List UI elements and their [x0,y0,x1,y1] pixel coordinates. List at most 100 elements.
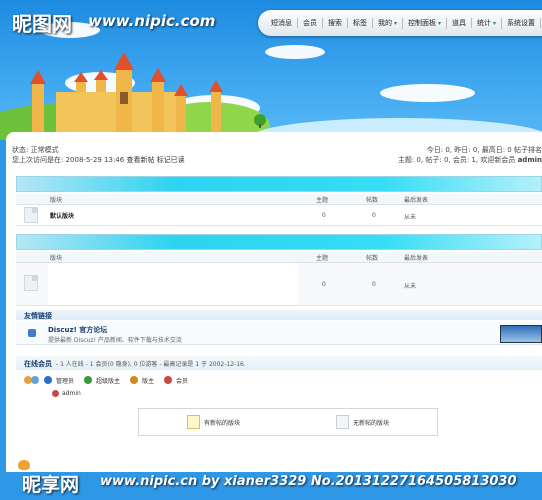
forum-header-row: 版块 主题 帖数 最后发表 [16,194,542,205]
online-member-name[interactable]: admin [62,390,81,397]
discuz-logo-icon [18,460,30,470]
friends-links-header: 友情链接 [16,310,542,320]
legend-member: 会员 [176,377,189,385]
header-forum: 版块 [50,255,63,262]
nav-item-tools[interactable]: 道具 [447,18,473,28]
legend-new-posts: 有新帖的版块 [186,415,240,429]
friend-link-row[interactable]: Discuz! 官方论坛 提供最新 Discuz! 产品新闻、软件下载与技术交流 [16,322,542,345]
forum-stats: 今日: 0, 昨日: 0, 最高日: 0 帖子排名 主题: 0, 帖子: 0, … [398,145,542,165]
new-posts-icon [186,415,200,429]
forum-row[interactable]: 0 0 从未 [16,263,542,306]
online-summary: - 1 人在线 - 1 会员(0 隐身), 0 位游客 - 最高记录是 1 于 … [56,361,246,368]
nav-item-search[interactable]: 搜索 [323,18,348,28]
nav-label: 搜索 [328,19,342,27]
header-posts: 帖数 [366,255,379,262]
watermark-logo-bottom: 昵享网 [22,474,80,496]
nav-item-settings[interactable]: 系统设置 [502,18,542,28]
section-title-bar[interactable] [16,234,542,250]
user-status: 状态: 正常模式 您上次访问是在: 2008-5-29 13:46 查看新帖 标… [12,145,185,165]
nav-item-messages[interactable]: 短消息 [266,18,298,28]
header-last-post: 最后发表 [404,197,429,204]
timezone-info: 当前时区 GMT+8, 现在时间是 2008-6-10 14:34 [407,456,542,463]
nav-item-stats[interactable]: 统计 ▾ [472,17,503,29]
nav-item-my[interactable]: 我的 ▾ [373,17,404,29]
forum-last-post: 从未 [404,283,417,290]
nav-label: 统计 [477,18,492,27]
chevron-down-icon: ▾ [438,19,442,27]
header-forum: 版块 [50,197,63,204]
footer-info: 当前时区 GMT+8, 现在时间是 2008-6-10 14:34 清除 Coo… [325,455,542,473]
forum-row[interactable]: 默认版块 0 0 从未 [16,205,542,226]
member-icon [52,390,59,397]
admin-icon [44,376,52,384]
footer-links[interactable]: 清除 Cookies · 联系我们 · Comsenz Inc. · Archi… [325,464,542,473]
online-member[interactable]: admin [52,390,81,397]
forum-name[interactable]: 默认版块 [50,211,74,220]
stats-today: 今日: 0, 昨日: 0, 最高日: 0 [426,146,512,154]
nav-label: 短消息 [271,19,292,27]
nav-label: 会员 [303,19,317,27]
forum-status-icon [24,207,38,223]
nav-label: 道具 [452,19,467,27]
header-last-post: 最后发表 [404,255,429,262]
watermark-url-bottom: www.nipic.cn by xianer3329 No.2013122716… [100,474,517,489]
member-icon [164,376,173,384]
nav-item-control-panel[interactable]: 控制面板 ▾ [403,17,448,29]
friends-title: 友情链接 [24,312,52,320]
forum-section-2: 版块 主题 帖数 最后发表 0 0 从未 [16,234,542,306]
no-new-posts-icon [335,415,349,429]
moderator-icon [130,376,139,384]
status-mode: 状态: 正常模式 [12,146,59,154]
forum-posts: 0 [372,212,376,219]
friend-site-name[interactable]: Discuz! 官方论坛 [48,325,107,335]
new-member-link[interactable]: admin [518,156,542,164]
legend-super-mod: 超级版主 [96,377,121,385]
legend-no-new-posts: 无新帖的版块 [335,415,389,429]
nav-item-tags[interactable]: 标签 [348,18,373,28]
forum-status-icon [24,275,38,291]
mark-read-link[interactable]: 标记已读 [157,156,185,164]
last-visit: 您上次访问是在: 2008-5-29 13:46 查看新帖 标记已读 [12,155,185,165]
online-members-header: 在线会员 - 1 人在线 - 1 会员(0 隐身), 0 位游客 - 最高记录是… [16,356,542,370]
forum-section-1: 版块 主题 帖数 最后发表 默认版块 0 0 从未 [16,176,542,226]
nav-label: 控制面板 [408,18,437,27]
legend-old-label: 无新帖的版块 [352,419,389,427]
users-icon [24,374,40,386]
watermark-url: www.nipic.com [88,12,216,30]
tree-icon [254,114,266,128]
cloud [380,84,475,102]
nav-label: 标签 [353,19,367,27]
ranking-link[interactable]: 帖子排名 [514,146,542,154]
copyright-years: © 2001-2008 [158,456,200,463]
forum-topics: 0 [322,281,326,288]
chevron-down-icon: ▾ [394,19,398,27]
forum-posts: 0 [372,281,376,288]
super-mod-icon [84,376,93,384]
nav-label: 系统设置 [507,19,536,27]
top-navbar: 短消息 会员 搜索 标签 我的▾ 控制面板▾ 道具 统计▾ 系统设置 帮助 [258,10,542,36]
legend-moderator: 版主 [142,377,155,385]
chevron-down-icon: ▾ [493,19,497,27]
friend-site-desc: 提供最新 Discuz! 产品新闻、软件下载与技术交流 [48,337,182,344]
forum-last-post: 从未 [404,214,417,221]
last-visit-text: 您上次访问是在: 2008-5-29 13:46 [12,156,125,164]
header-posts: 帖数 [366,197,379,204]
forum-topics: 0 [322,212,326,219]
stats-totals: 主题: 0, 帖子: 0, 会员: 1, 欢迎新会员 [397,156,516,164]
header-topics: 主题 [316,197,329,204]
view-new-link[interactable]: 查看新帖 [126,156,154,164]
legend-new-label: 有新帖的版块 [203,419,240,427]
online-title: 在线会员 [24,360,52,368]
powered-by: Powered by Discuz! Skin by Asian-Cafe [40,456,157,463]
watermark-logo: 昵图网 [12,12,72,36]
cloud [265,45,325,59]
legend-admin: 管理员 [56,377,75,385]
section-title-bar[interactable] [16,176,542,192]
nav-label: 我的 [378,18,392,27]
header-topics: 主题 [316,255,329,262]
discuz-banner-logo[interactable] [500,325,542,343]
castle-illustration [30,52,223,132]
nav-item-members[interactable]: 会员 [298,18,323,28]
forum-header-row: 版块 主题 帖数 最后发表 [16,252,542,263]
forum-name-area [48,263,298,305]
